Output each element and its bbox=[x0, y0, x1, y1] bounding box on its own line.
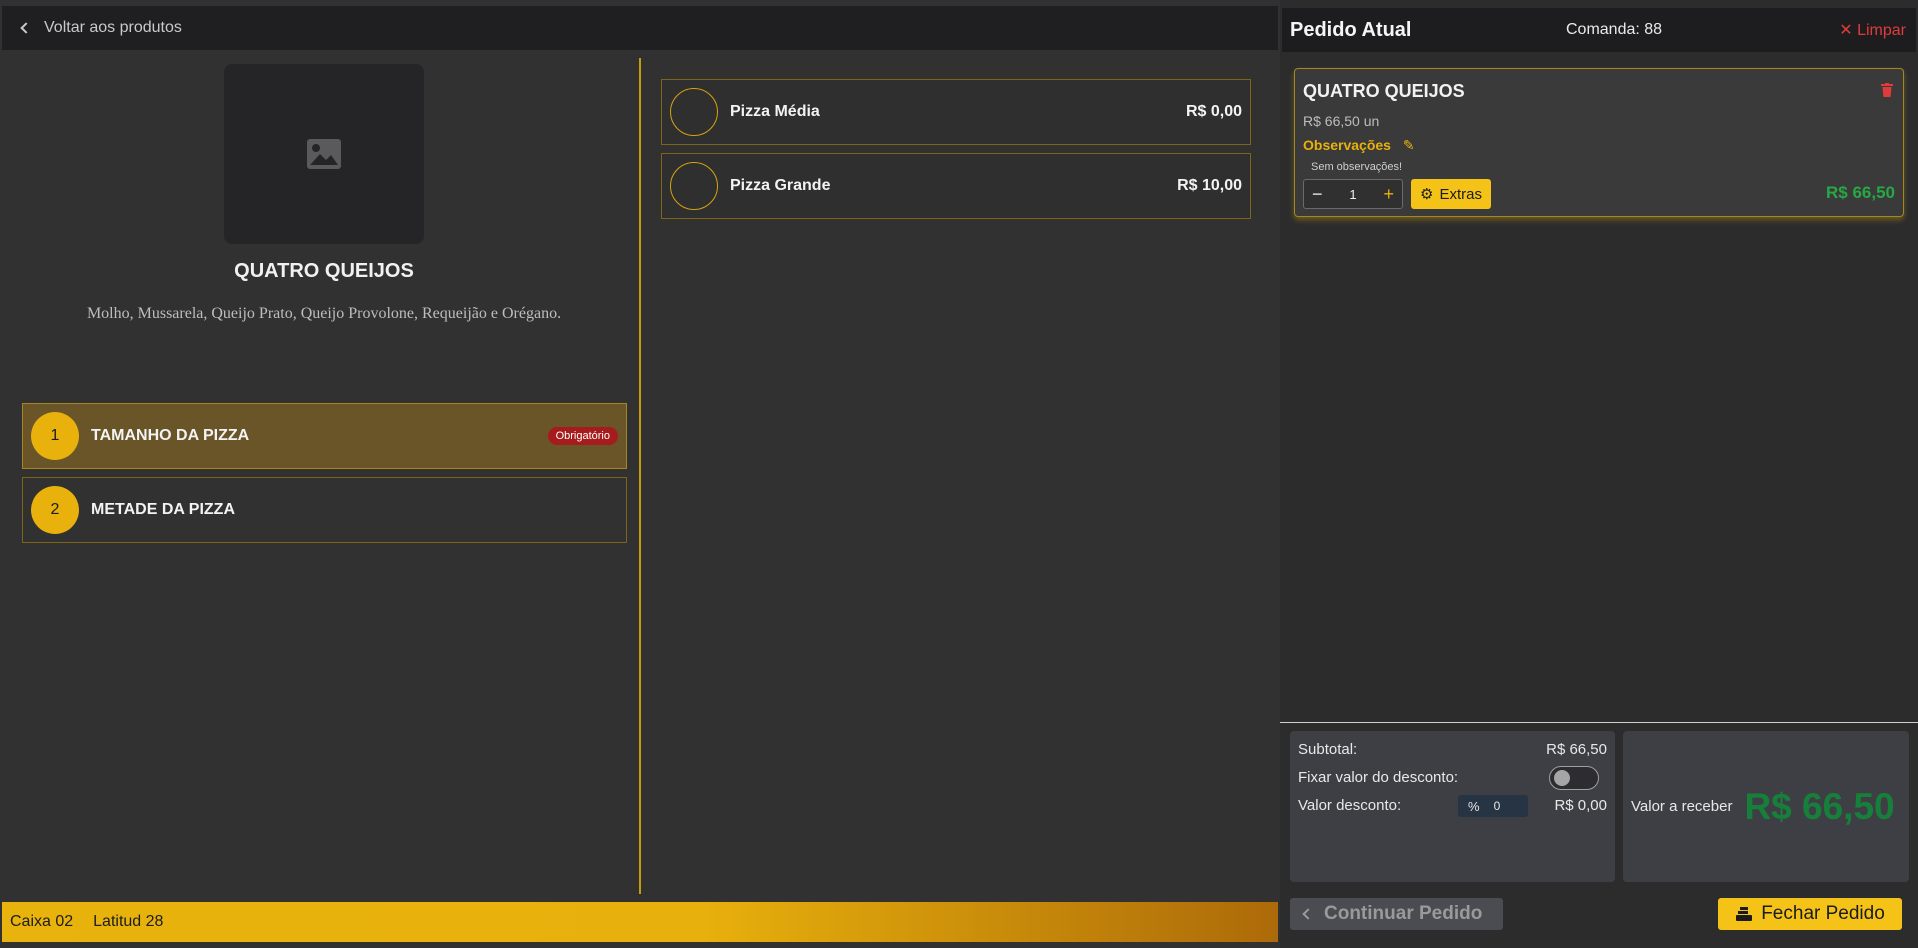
continue-order-button[interactable]: Continuar Pedido bbox=[1290, 898, 1503, 930]
observations-label: Observações bbox=[1303, 137, 1391, 153]
item-name: QUATRO QUEIJOS bbox=[1303, 81, 1465, 101]
discount-label: Valor desconto: bbox=[1298, 797, 1402, 814]
radio-circle[interactable] bbox=[670, 88, 718, 136]
order-title: Pedido Atual bbox=[1290, 18, 1412, 41]
clear-order-button[interactable]: ✕ Limpar bbox=[1839, 20, 1906, 40]
product-name: QUATRO QUEIJOS bbox=[234, 260, 414, 282]
close-order-label: Fechar Pedido bbox=[1761, 903, 1885, 924]
amount-to-receive-box: Valor a receber R$ 66,50 bbox=[1623, 731, 1909, 882]
option-price: R$ 0,00 bbox=[1185, 103, 1242, 120]
quantity-stepper: − 1 + bbox=[1303, 179, 1403, 209]
user-label: Latitud 28 bbox=[93, 913, 164, 930]
back-label: Voltar aos produtos bbox=[44, 19, 182, 36]
option-pizza-grande[interactable]: Pizza Grande R$ 10,00 bbox=[661, 153, 1251, 219]
summary-box: Subtotal: R$ 66,50 Fixar valor do descon… bbox=[1290, 731, 1615, 882]
cash-register-icon bbox=[1736, 907, 1753, 921]
product-image-placeholder bbox=[224, 64, 424, 244]
option-price: R$ 10,00 bbox=[1177, 177, 1242, 194]
step-number: 2 bbox=[31, 486, 79, 534]
app-window: Voltar aos produtos QUATRO QUEIJOS Molho… bbox=[0, 0, 1918, 948]
fix-discount-label: Fixar valor do desconto: bbox=[1298, 769, 1459, 786]
order-panel: Pedido Atual Comanda: 88 ✕ Limpar QUATRO… bbox=[1280, 0, 1918, 948]
step-tamanho-da-pizza[interactable]: 1 TAMANHO DA PIZZA Obrigatório bbox=[22, 403, 627, 469]
quantity-value[interactable]: 1 bbox=[1349, 187, 1356, 202]
summary-divider bbox=[1280, 722, 1918, 723]
continue-label: Continuar Pedido bbox=[1324, 903, 1483, 924]
extras-button[interactable]: ⚙ Extras bbox=[1411, 179, 1491, 209]
discount-value: R$ 0,00 bbox=[1554, 797, 1607, 814]
observations-text: Sem observações! bbox=[1311, 161, 1403, 173]
discount-input[interactable]: % 0 bbox=[1458, 795, 1528, 817]
option-pizza-media[interactable]: Pizza Média R$ 0,00 bbox=[661, 79, 1251, 145]
receive-value: R$ 66,50 bbox=[1744, 785, 1895, 827]
observations-link[interactable]: Observações ✎ bbox=[1303, 137, 1415, 154]
gear-icon: ⚙ bbox=[1420, 186, 1434, 203]
fix-discount-row: Fixar valor do desconto: bbox=[1298, 766, 1607, 797]
subtotal-row: Subtotal: R$ 66,50 bbox=[1298, 741, 1607, 769]
step-number: 1 bbox=[31, 412, 79, 460]
required-badge: Obrigatório bbox=[547, 427, 618, 445]
product-panel: Voltar aos produtos QUATRO QUEIJOS Molho… bbox=[0, 0, 1280, 948]
step-label: TAMANHO DA PIZZA bbox=[91, 427, 250, 444]
column-divider bbox=[639, 58, 641, 894]
increase-button[interactable]: + bbox=[1383, 184, 1394, 205]
product-description: Molho, Mussarela, Queijo Prato, Queijo P… bbox=[86, 305, 562, 322]
option-name: Pizza Grande bbox=[730, 177, 831, 194]
subtotal-value: R$ 66,50 bbox=[1546, 741, 1607, 758]
fix-discount-toggle[interactable] bbox=[1549, 766, 1599, 790]
back-to-products-button[interactable]: Voltar aos produtos bbox=[2, 6, 1278, 50]
image-icon bbox=[307, 139, 341, 169]
status-footer: Caixa 02 Latitud 28 bbox=[2, 902, 1278, 942]
close-icon: ✕ bbox=[1839, 22, 1858, 39]
radio-circle[interactable] bbox=[670, 162, 718, 210]
pencil-icon[interactable]: ✎ bbox=[1403, 137, 1415, 153]
chevron-left-icon bbox=[1302, 908, 1314, 920]
caixa-label: Caixa 02 bbox=[10, 913, 74, 930]
receive-label: Valor a receber bbox=[1631, 798, 1733, 815]
percent-symbol: % bbox=[1468, 798, 1480, 814]
item-unit-price: R$ 66,50 un bbox=[1303, 113, 1380, 129]
extras-label: Extras bbox=[1439, 185, 1482, 203]
clear-label: Limpar bbox=[1857, 22, 1906, 39]
product-details: QUATRO QUEIJOS Molho, Mussarela, Queijo … bbox=[0, 50, 640, 896]
option-name: Pizza Média bbox=[730, 103, 820, 120]
discount-input-value: 0 bbox=[1493, 799, 1501, 813]
subtotal-label: Subtotal: bbox=[1298, 741, 1358, 758]
size-options-list: Pizza Média R$ 0,00 Pizza Grande R$ 10,0… bbox=[661, 79, 1251, 227]
decrease-button[interactable]: − bbox=[1312, 184, 1323, 205]
close-order-button[interactable]: Fechar Pedido bbox=[1718, 898, 1902, 930]
trash-icon[interactable] bbox=[1881, 83, 1893, 97]
comanda-number: Comanda: 88 bbox=[1566, 21, 1663, 38]
order-header: Pedido Atual Comanda: 88 ✕ Limpar bbox=[1282, 8, 1916, 52]
discount-row: Valor desconto: % 0 R$ 0,00 bbox=[1298, 795, 1607, 825]
step-label: METADE DA PIZZA bbox=[91, 501, 235, 518]
order-item-card: QUATRO QUEIJOS R$ 66,50 un Observações ✎… bbox=[1294, 68, 1904, 217]
step-metade-da-pizza[interactable]: 2 METADE DA PIZZA bbox=[22, 477, 627, 543]
chevron-left-icon bbox=[20, 22, 32, 34]
item-total: R$ 66,50 bbox=[1826, 183, 1895, 202]
